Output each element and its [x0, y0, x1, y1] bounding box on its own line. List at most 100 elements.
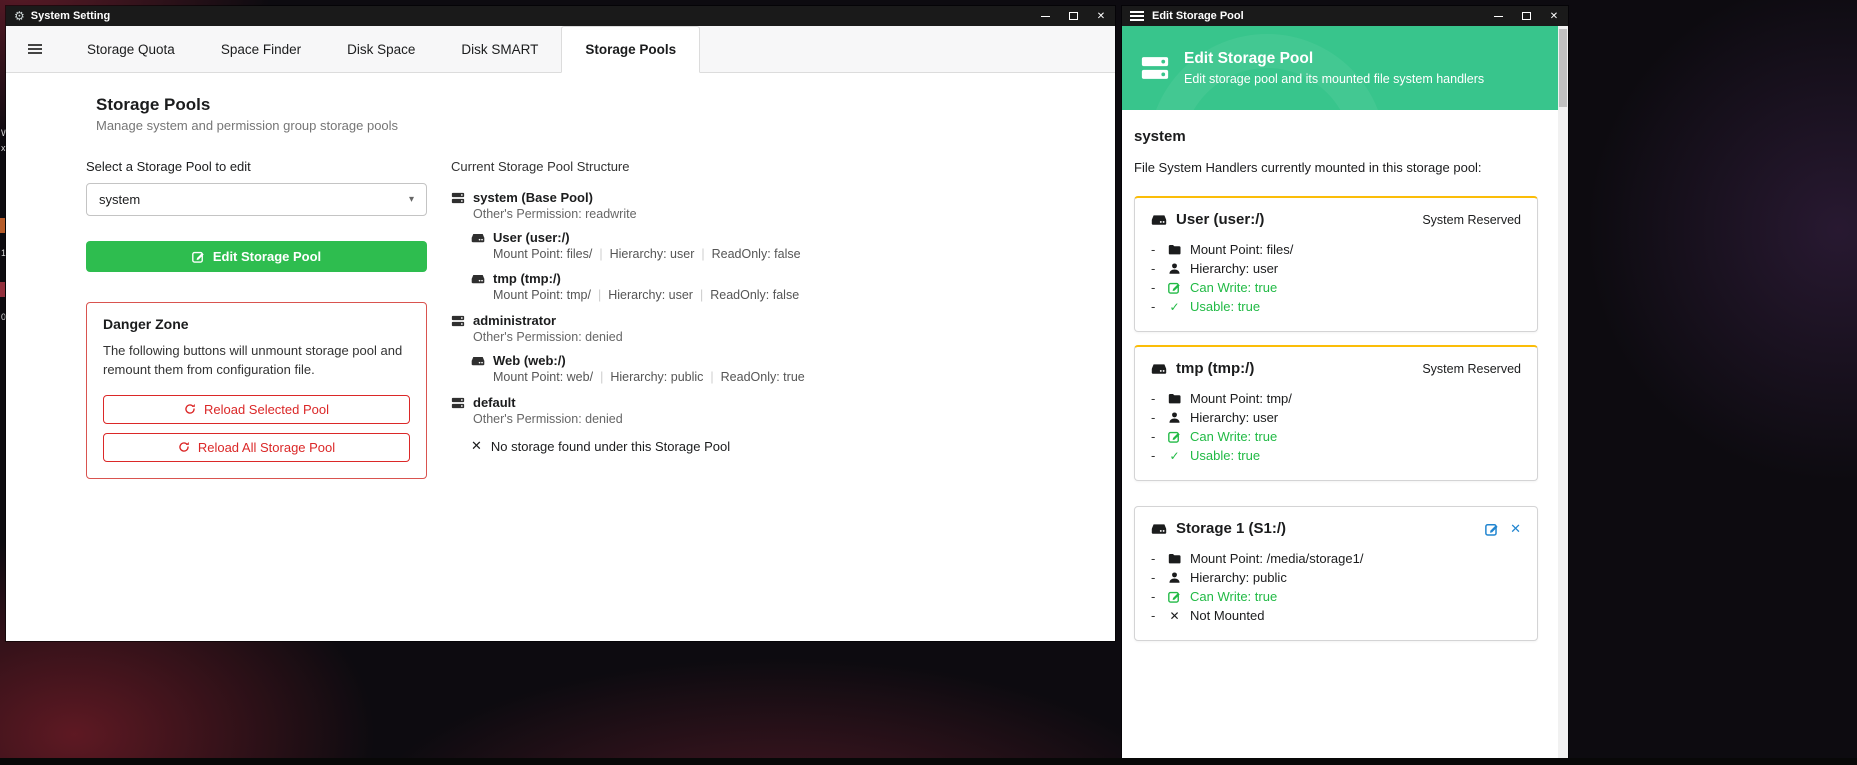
- desktop-icon: [0, 218, 5, 233]
- hamburger-icon: [28, 44, 42, 54]
- handlers-intro: File System Handlers currently mounted i…: [1134, 160, 1538, 175]
- window-title: Edit Storage Pool: [1152, 10, 1244, 22]
- fs-handler-card-tmp: tmp (tmp:/) System Reserved -Mount Point…: [1134, 345, 1538, 481]
- screen-bottom-edge: [0, 758, 1857, 765]
- pool-node-system: system (Base Pool) Other's Permission: r…: [451, 190, 1075, 302]
- scrollbar[interactable]: [1558, 26, 1568, 758]
- handler-row: -Mount Point: /media/storage1/: [1151, 549, 1521, 568]
- danger-zone-title: Danger Zone: [103, 316, 410, 332]
- handler-row: -Can Write: true: [1151, 427, 1521, 446]
- tab-disk-smart[interactable]: Disk SMART: [438, 26, 561, 72]
- tab-storage-pools[interactable]: Storage Pools: [561, 26, 700, 73]
- pool-structure-panel: Current Storage Pool Structure system (B…: [451, 159, 1075, 479]
- storage-mount: Mount Point: tmp/: [493, 288, 591, 302]
- handler-row: -Mount Point: tmp/: [1151, 389, 1521, 408]
- separator: |: [710, 370, 713, 384]
- pool-name: system (Base Pool): [473, 190, 593, 205]
- empty-pool-message: ✕ No storage found under this Storage Po…: [471, 438, 1075, 454]
- user-icon: [1167, 571, 1182, 584]
- system-reserved-badge: System Reserved: [1422, 362, 1521, 376]
- storage-node: Web (web:/) Mount Point: web/ | Hierarchy:…: [471, 353, 1075, 384]
- storage-pools-page: Storage Pools Manage system and permissi…: [6, 73, 1115, 641]
- pool-node-default: default Other's Permission: denied ✕ No …: [451, 395, 1075, 454]
- edit-icon: [1167, 281, 1182, 294]
- header-subtitle: Edit storage pool and its mounted file s…: [1184, 72, 1484, 86]
- check-icon: ✓: [1167, 450, 1182, 462]
- storage-mount: Mount Point: web/: [493, 370, 593, 384]
- system-setting-window: ⚙ System Setting ✕ Storage Quota Space F…: [6, 6, 1115, 641]
- handler-row: -Mount Point: files/: [1151, 240, 1521, 259]
- pool-name-heading: system: [1134, 128, 1538, 145]
- fs-handler-card-user: User (user:/) System Reserved -Mount Poi…: [1134, 196, 1538, 332]
- pool-select-dropdown[interactable]: system ▾: [86, 183, 427, 216]
- handler-row: -Hierarchy: public: [1151, 568, 1521, 587]
- storage-readonly: ReadOnly: false: [712, 247, 801, 261]
- handler-row: -Hierarchy: user: [1151, 259, 1521, 278]
- hdd-icon: [1151, 521, 1167, 537]
- tab-bar: Storage Quota Space Finder Disk Space Di…: [6, 26, 1115, 73]
- edit-handler-button[interactable]: [1485, 522, 1499, 536]
- storage-name: User (user:/): [493, 230, 570, 245]
- cross-icon: ✕: [1167, 610, 1182, 622]
- page-title: Storage Pools: [96, 95, 1075, 115]
- hamburger-icon[interactable]: [1130, 11, 1144, 21]
- danger-zone-description: The following buttons will unmount stora…: [103, 342, 410, 380]
- scrollbar-thumb[interactable]: [1559, 29, 1567, 107]
- separator: |: [701, 247, 704, 261]
- separator: |: [700, 288, 703, 302]
- reload-all-pool-button[interactable]: Reload All Storage Pool: [103, 433, 410, 462]
- separator: |: [599, 247, 602, 261]
- tab-storage-quota[interactable]: Storage Quota: [64, 26, 198, 72]
- storage-hierarchy: Hierarchy: user: [608, 288, 693, 302]
- tab-disk-space[interactable]: Disk Space: [324, 26, 438, 72]
- edit-icon: [1167, 430, 1182, 443]
- storage-name: tmp (tmp:/): [493, 271, 561, 286]
- edit-pool-titlebar: Edit Storage Pool ✕: [1122, 6, 1568, 26]
- close-button[interactable]: ✕: [1095, 9, 1107, 23]
- hdd-icon: [1151, 361, 1167, 377]
- server-icon: [451, 314, 465, 328]
- maximize-button[interactable]: [1067, 9, 1079, 23]
- minimize-button[interactable]: [1492, 9, 1504, 23]
- maximize-button[interactable]: [1520, 9, 1532, 23]
- edit-pool-header: Edit Storage Pool Edit storage pool and …: [1122, 26, 1558, 110]
- handler-name: tmp (tmp:/): [1176, 360, 1254, 377]
- danger-zone-card: Danger Zone The following buttons will u…: [86, 302, 427, 479]
- edit-icon: [1167, 590, 1182, 603]
- menu-button[interactable]: [6, 26, 64, 72]
- storage-hierarchy: Hierarchy: public: [610, 370, 703, 384]
- check-icon: ✓: [1167, 301, 1182, 313]
- desktop-icon: [0, 282, 5, 297]
- close-button[interactable]: ✕: [1548, 9, 1560, 23]
- hdd-icon: [471, 231, 485, 245]
- edit-storage-pool-window: Edit Storage Pool ✕ Edit Storage Pool Ed…: [1122, 6, 1568, 758]
- separator: |: [598, 288, 601, 302]
- user-icon: [1167, 262, 1182, 275]
- pool-permission: Other's Permission: readwrite: [473, 207, 1075, 221]
- storage-name: Web (web:/): [493, 353, 566, 368]
- reload-selected-pool-button[interactable]: Reload Selected Pool: [103, 395, 410, 424]
- hdd-icon: [1151, 212, 1167, 228]
- edit-storage-pool-button[interactable]: Edit Storage Pool: [86, 241, 427, 272]
- refresh-icon: [178, 441, 190, 453]
- storage-hierarchy: Hierarchy: user: [610, 247, 695, 261]
- folder-icon: [1167, 243, 1182, 256]
- storage-node: tmp (tmp:/) Mount Point: tmp/ | Hierarchy:…: [471, 271, 1075, 302]
- pool-name: administrator: [473, 313, 556, 328]
- header-title: Edit Storage Pool: [1184, 50, 1484, 68]
- pool-name: default: [473, 395, 516, 410]
- folder-icon: [1167, 552, 1182, 565]
- hdd-icon: [471, 354, 485, 368]
- tab-space-finder[interactable]: Space Finder: [198, 26, 324, 72]
- hdd-icon: [471, 272, 485, 286]
- storage-mount: Mount Point: files/: [493, 247, 592, 261]
- remove-handler-button[interactable]: ✕: [1510, 521, 1521, 537]
- storage-readonly: ReadOnly: false: [710, 288, 799, 302]
- system-reserved-badge: System Reserved: [1422, 213, 1521, 227]
- pool-permission: Other's Permission: denied: [473, 330, 1075, 344]
- server-icon: [451, 396, 465, 410]
- storage-readonly: ReadOnly: true: [721, 370, 805, 384]
- minimize-button[interactable]: [1039, 9, 1051, 23]
- edit-icon: [192, 250, 205, 263]
- handler-row: -✕Not Mounted: [1151, 606, 1521, 625]
